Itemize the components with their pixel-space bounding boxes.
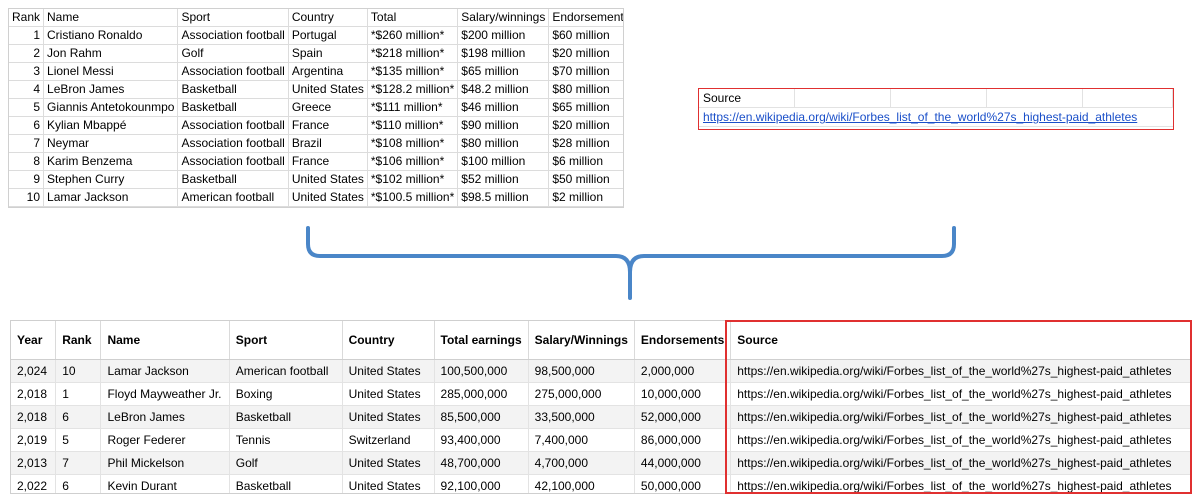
cell[interactable]: 50,000,000	[634, 474, 732, 493]
table-row: 2,024 10 Lamar Jackson American football Uni…	[11, 359, 1191, 383]
column-header[interactable]: Sport	[229, 321, 343, 360]
cell[interactable]: Tennis	[229, 428, 343, 452]
cell[interactable]: https://en.wikipedia.org/wiki/Forbes_lis…	[730, 382, 1191, 406]
cell[interactable]: https://en.wikipedia.org/wiki/Forbes_lis…	[730, 428, 1191, 452]
cell[interactable]: https://en.wikipedia.org/wiki/Forbes_lis…	[730, 405, 1191, 429]
column-header[interactable]: Salary/Winnings	[528, 321, 635, 360]
table-row: 2,018 6 LeBron James Basketball United State…	[11, 405, 1191, 429]
cell[interactable]: Phil Mickelson	[100, 451, 230, 475]
column-header[interactable]: Source	[730, 321, 1191, 360]
cell[interactable]: 10,000,000	[634, 382, 732, 406]
cell[interactable]: United States	[342, 451, 435, 475]
cell[interactable]: United States	[342, 474, 435, 493]
cell[interactable]: Basketball	[229, 405, 343, 429]
cell[interactable]: American football	[229, 359, 343, 383]
cell[interactable]: Switzerland	[342, 428, 435, 452]
table-row: 2,018 1 Floyd Mayweather Jr. Boxing United S…	[11, 382, 1191, 406]
result-table: Year Rank Name Sport Country Total earnings Sa…	[11, 321, 1191, 493]
cell[interactable]: Basketball	[229, 474, 343, 493]
cell[interactable]: 275,000,000	[528, 382, 635, 406]
column-header[interactable]: Country	[342, 321, 435, 360]
cell[interactable]: Kevin Durant	[100, 474, 230, 493]
cell[interactable]: 2,024	[11, 359, 57, 383]
cell[interactable]: 2,022	[11, 474, 57, 493]
column-header[interactable]: Endorsements	[634, 321, 732, 360]
cell[interactable]: Golf	[229, 451, 343, 475]
cell[interactable]: 5	[55, 428, 102, 452]
cell[interactable]: 6	[55, 405, 102, 429]
cell[interactable]: 7,400,000	[528, 428, 635, 452]
cell[interactable]: Boxing	[229, 382, 343, 406]
cell[interactable]: 10	[55, 359, 102, 383]
table-row: 2,013 7 Phil Mickelson Golf United States 48,…	[11, 451, 1191, 475]
table-row: 2,019 5 Roger Federer Tennis Switzerland 93,4…	[11, 428, 1191, 452]
cell[interactable]: 33,500,000	[528, 405, 635, 429]
column-header[interactable]: Total earnings	[434, 321, 529, 360]
cell[interactable]: 42,100,000	[528, 474, 635, 493]
cell[interactable]: 93,400,000	[434, 428, 529, 452]
cell[interactable]: United States	[342, 359, 435, 383]
cell[interactable]: https://en.wikipedia.org/wiki/Forbes_lis…	[730, 474, 1191, 493]
cell[interactable]: https://en.wikipedia.org/wiki/Forbes_lis…	[730, 451, 1191, 475]
cell[interactable]: LeBron James	[100, 405, 230, 429]
column-header[interactable]: Rank	[55, 321, 102, 360]
column-header[interactable]: Name	[100, 321, 230, 360]
cell[interactable]: 48,700,000	[434, 451, 529, 475]
cell[interactable]: 98,500,000	[528, 359, 635, 383]
cell[interactable]: 86,000,000	[634, 428, 732, 452]
cell[interactable]: https://en.wikipedia.org/wiki/Forbes_lis…	[730, 359, 1191, 383]
cell[interactable]: 2,018	[11, 382, 57, 406]
table-row: 2,022 6 Kevin Durant Basketball United State…	[11, 474, 1191, 493]
cell[interactable]: 85,500,000	[434, 405, 529, 429]
cell[interactable]: 285,000,000	[434, 382, 529, 406]
cell[interactable]: 4,700,000	[528, 451, 635, 475]
column-header[interactable]: Year	[11, 321, 57, 360]
cell[interactable]: 1	[55, 382, 102, 406]
cell[interactable]: Lamar Jackson	[100, 359, 230, 383]
cell[interactable]: United States	[342, 405, 435, 429]
cell[interactable]: 6	[55, 474, 102, 493]
cell[interactable]: 7	[55, 451, 102, 475]
cell[interactable]: 2,019	[11, 428, 57, 452]
cell[interactable]: 52,000,000	[634, 405, 732, 429]
cell[interactable]: 2,013	[11, 451, 57, 475]
cell[interactable]: United States	[342, 382, 435, 406]
cell[interactable]: 44,000,000	[634, 451, 732, 475]
cell[interactable]: 92,100,000	[434, 474, 529, 493]
cell[interactable]: 100,500,000	[434, 359, 529, 383]
cell[interactable]: Roger Federer	[100, 428, 230, 452]
cell[interactable]: Floyd Mayweather Jr.	[100, 382, 230, 406]
cell[interactable]: 2,000,000	[634, 359, 732, 383]
result-table-container: Year Rank Name Sport Country Total earnings Sa…	[10, 320, 1192, 494]
cell[interactable]: 2,018	[11, 405, 57, 429]
